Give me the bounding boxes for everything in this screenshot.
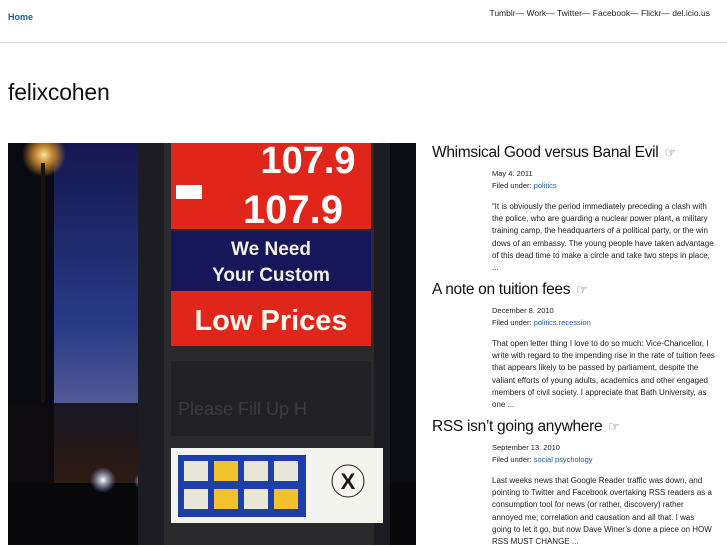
post-excerpt: That open letter thing I love to do so m… [492, 339, 715, 410]
post-item: RSS isn’t going anywhere ☞ September 13. … [432, 418, 722, 548]
post-title[interactable]: A note on tuition fees [432, 281, 570, 298]
sign-faded-text: Please Fill Up H [178, 399, 307, 419]
post-meta: September 13. 2010 Filed under: social p… [492, 442, 722, 466]
sign-line-1: We Need [231, 239, 311, 260]
post-excerpt: Last weeks news that Google Reader traff… [492, 476, 712, 547]
nav-separator: — [630, 8, 641, 18]
category-link[interactable]: politics [534, 181, 557, 190]
post-date: December 8. 2010 [492, 306, 554, 315]
post-excerpt: “It is obviously the period immediately … [492, 202, 714, 273]
category-link[interactable]: social psychology [534, 455, 593, 464]
sign-price-top: 107.9 [260, 143, 355, 182]
petrol-sign-image: 107.9 107.9 We Need Your Custom Low Pric… [8, 143, 416, 545]
post-meta: December 8. 2010 Filed under: politics.r… [492, 305, 722, 329]
post-item: A note on tuition fees ☞ December 8. 2010… [432, 281, 722, 411]
post-date: May 4. 2011 [492, 169, 533, 178]
post-title[interactable]: RSS isn’t going anywhere [432, 418, 603, 435]
post-date: September 13. 2010 [492, 443, 560, 452]
svg-text:X: X [341, 469, 356, 494]
featured-photo[interactable]: 107.9 107.9 We Need Your Custom Low Pric… [8, 143, 416, 545]
post-meta: May 4. 2011 Filed under: politics [492, 168, 722, 192]
sign-price-bottom: 107.9 [243, 188, 343, 232]
post-title[interactable]: Whimsical Good versus Banal Evil [432, 144, 659, 161]
filed-under-label: Filed under: [492, 181, 534, 190]
site-title[interactable]: felixcohen [8, 79, 110, 106]
top-bar: Home Tumblr— Work— Twitter— Facebook— Fl… [0, 0, 727, 43]
filed-under-label: Filed under: [492, 318, 534, 327]
top-nav: Tumblr— Work— Twitter— Facebook— Flickr—… [489, 8, 710, 18]
nav-separator: — [515, 8, 527, 18]
sign-low-prices: Low Prices [194, 305, 347, 337]
nav-link-tumblr[interactable]: Tumblr [489, 8, 515, 18]
sign-line-2: Your Custom [212, 265, 330, 286]
pointing-hand-icon[interactable]: ☞ [608, 419, 620, 434]
category-link[interactable]: politics.recession [534, 318, 591, 327]
post-title-link[interactable]: A note on tuition fees ☞ [432, 281, 722, 299]
filed-under-label: Filed under: [492, 455, 534, 464]
post-title-link[interactable]: RSS isn’t going anywhere ☞ [432, 418, 722, 436]
nav-link-delicious[interactable]: del.icio.us [672, 8, 710, 18]
nav-link-work[interactable]: Work [526, 8, 546, 18]
nav-separator: — [661, 8, 673, 18]
nav-link-flickr[interactable]: Flickr [641, 8, 661, 18]
pointing-hand-icon[interactable]: ☞ [664, 145, 676, 160]
nav-separator: — [581, 8, 593, 18]
pointing-hand-icon[interactable]: ☞ [576, 282, 588, 297]
nav-link-facebook[interactable]: Facebook [593, 8, 630, 18]
post-item: Whimsical Good versus Banal Evil ☞ May 4.… [432, 144, 722, 274]
nav-link-twitter[interactable]: Twitter [557, 8, 582, 18]
home-link[interactable]: Home [8, 12, 33, 22]
nav-separator: — [546, 8, 557, 18]
post-title-link[interactable]: Whimsical Good versus Banal Evil ☞ [432, 144, 722, 162]
